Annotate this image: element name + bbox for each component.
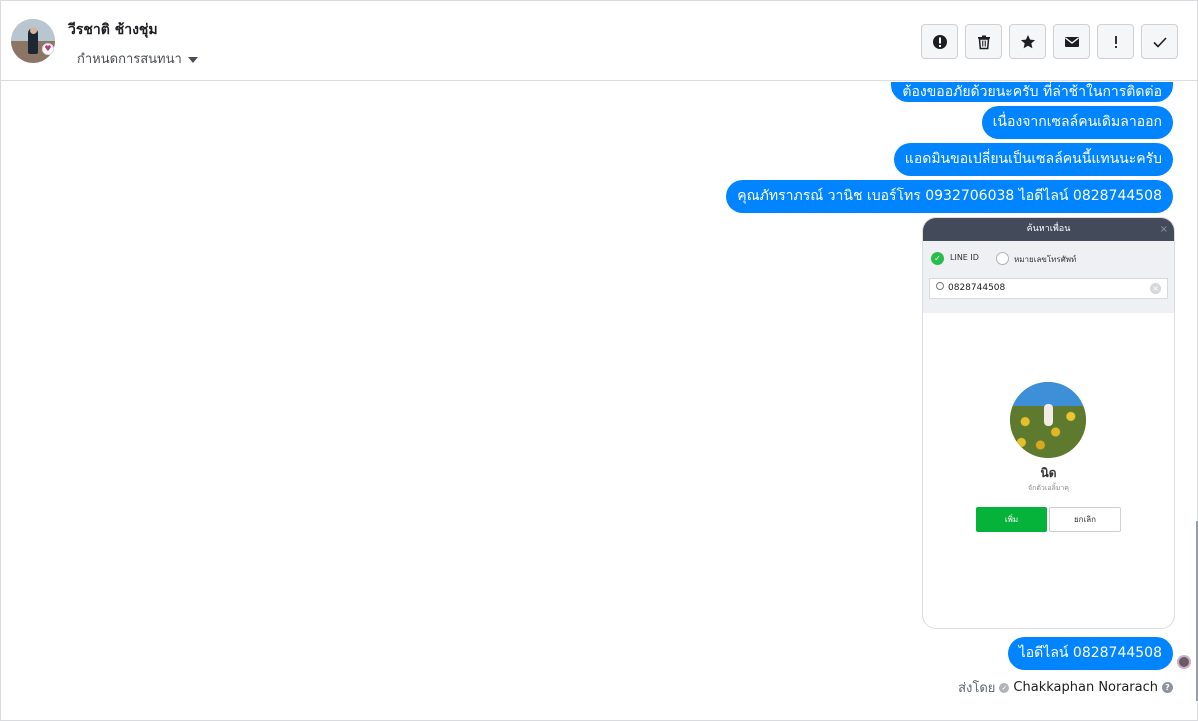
avatar-photo-face [30, 27, 37, 34]
photo-sky [1010, 382, 1086, 406]
action-toolbar [921, 24, 1178, 59]
caret-down-icon [187, 56, 198, 63]
alert-circle-icon [932, 34, 947, 49]
radio-unchecked-icon [996, 252, 1009, 265]
delete-button[interactable] [965, 24, 1002, 59]
photo-person [1044, 404, 1053, 426]
spam-button[interactable] [921, 24, 958, 59]
seen-avatar [1177, 655, 1191, 669]
friend-name: นิด [1040, 466, 1057, 480]
trash-icon [977, 35, 990, 49]
friend-status: จักตัวเอลิ้มาคุ [1028, 484, 1069, 492]
exclamation-icon [1114, 35, 1117, 48]
conversation-header: ♥ วีรชาติ ช้างชุ่ม กำหนดการสนทนา [1, 1, 1197, 81]
heart-badge-icon: ♥ [42, 43, 54, 55]
chat-window: ♥ วีรชาติ ช้างชุ่ม กำหนดการสนทนา ต้องขออ… [0, 0, 1198, 721]
verified-icon: ✓ [999, 682, 1010, 693]
image-search-field: 0828744508 × [929, 278, 1168, 299]
star-button[interactable] [1009, 24, 1046, 59]
search-value: 0828744508 [948, 283, 1006, 293]
follow-up-button[interactable] [1097, 24, 1134, 59]
help-icon[interactable]: ? [1162, 682, 1173, 693]
image-cancel-button: ยกเลิก [1049, 507, 1121, 532]
image-attachment[interactable]: ค้นหาเพื่อน × ✓ LINE ID หมายเลขโทรศัพท์ … [922, 217, 1175, 629]
message-bubble[interactable]: ต้องขออภัยด้วยนะครับ ที่ล่าช้าในการติดต่… [891, 82, 1173, 102]
avatar[interactable] [11, 19, 55, 63]
sent-by-line: ส่งโดย ✓ Chakkaphan Norarach ? [958, 677, 1173, 698]
conversation-settings-dropdown[interactable]: กำหนดการสนทนา [77, 48, 198, 69]
image-title-bar: ค้นหาเพื่อน × [923, 218, 1174, 241]
message-bubble[interactable]: เนื่องจากเซลล์คนเดิมลาออก [981, 106, 1173, 139]
search-icon [936, 282, 944, 290]
message-bubble[interactable]: ไอดีไลน์ 0828744508 [1007, 637, 1173, 670]
close-icon: × [1159, 224, 1168, 235]
sent-by-prefix: ส่งโดย [958, 681, 996, 696]
friend-photo [1010, 382, 1086, 458]
done-button[interactable] [1141, 24, 1178, 59]
contact-name[interactable]: วีรชาติ ช้างชุ่ม [68, 19, 158, 41]
option-line-id: LINE ID [950, 253, 979, 262]
message-bubble[interactable]: คุณภัทราภรณ์ วานิช เบอร์โทร 0932706038 ไ… [726, 180, 1173, 213]
image-title: ค้นหาเพื่อน [1026, 224, 1071, 234]
option-phone: หมายเลขโทรศัพท์ [1014, 255, 1077, 264]
image-add-button: เพิ่ม [976, 507, 1047, 532]
star-icon [1020, 34, 1035, 48]
check-icon [1152, 36, 1167, 48]
sender-name[interactable]: Chakkaphan Norarach [1013, 680, 1158, 695]
conversation-settings-label: กำหนดการสนทนา [77, 52, 182, 67]
clear-icon: × [1150, 283, 1161, 294]
mark-unread-button[interactable] [1053, 24, 1090, 59]
radio-checked-icon: ✓ [931, 252, 944, 265]
envelope-icon [1064, 36, 1079, 47]
message-bubble[interactable]: แอดมินขอเปลี่ยนเป็นเซลล์คนนี้แทนนะครับ [893, 143, 1173, 176]
image-search-options: ✓ LINE ID หมายเลขโทรศัพท์ 0828744508 × [923, 241, 1174, 313]
